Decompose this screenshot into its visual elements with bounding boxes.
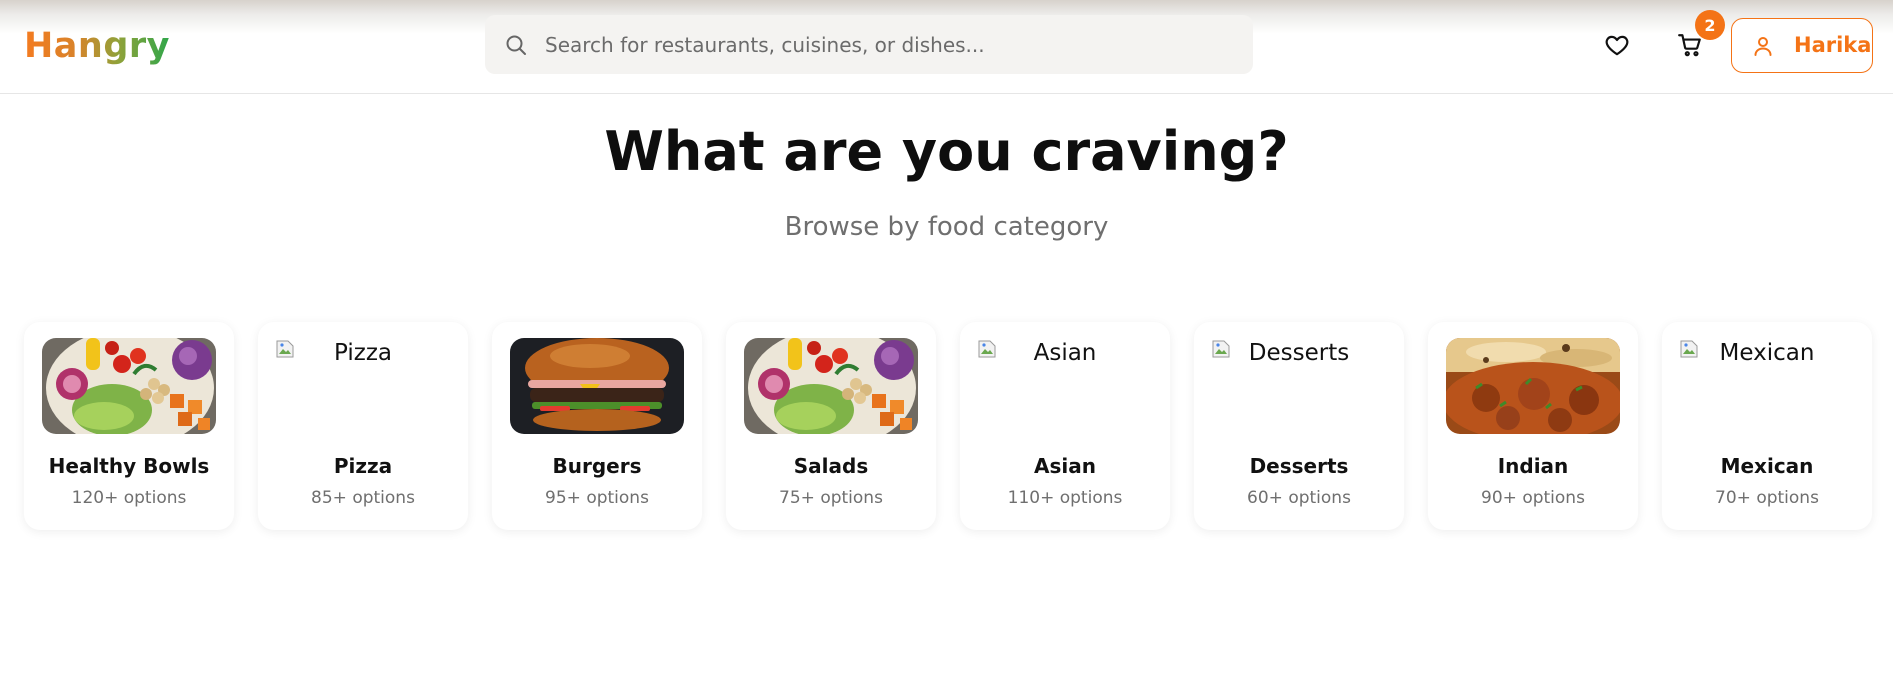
category-image-mexican: Mexican [1680,338,1854,434]
category-card-indian[interactable]: Indian 90+ options [1428,322,1638,530]
top-nav: Hangry 2 Harika [0,0,1893,94]
category-list: Healthy Bowls 120+ options Pizza Pizza 8… [24,322,1874,530]
category-image-healthy-bowls [42,338,216,434]
category-name: Salads [793,454,869,478]
category-count: 75+ options [779,488,883,508]
category-card-burgers[interactable]: Burgers 95+ options [492,322,702,530]
category-count: 95+ options [545,488,649,508]
category-name: Asian [1034,454,1096,478]
logo[interactable]: Hangry [24,26,170,66]
user-name: Harika [1794,33,1872,57]
category-card-healthy-bowls[interactable]: Healthy Bowls 120+ options [24,322,234,530]
user-account-button[interactable]: Harika [1731,18,1873,73]
category-name: Mexican [1720,454,1814,478]
image-alt-text: Pizza [334,340,392,366]
image-alt-text: Desserts [1248,340,1350,366]
heart-icon [1605,35,1629,56]
category-count: 110+ options [1007,488,1123,508]
favorites-button[interactable] [1602,30,1632,60]
category-image-pizza: Pizza [276,338,450,434]
category-name: Indian [1497,454,1569,478]
image-alt-text: Asian [1033,340,1097,366]
page-title: What are you craving? [604,120,1289,183]
category-count: 90+ options [1481,488,1585,508]
category-name: Desserts [1249,454,1349,478]
category-count: 70+ options [1715,488,1819,508]
category-name: Healthy Bowls [48,454,210,478]
category-name: Pizza [333,454,393,478]
category-image-salads [744,338,918,434]
category-card-salads[interactable]: Salads 75+ options [726,322,936,530]
image-alt-text: Mexican [1719,340,1815,366]
category-card-mexican[interactable]: Mexican Mexican 70+ options [1662,322,1872,530]
search-input[interactable] [545,15,1235,74]
cart-count-badge: 2 [1695,10,1725,40]
page-subtitle: Browse by food category [784,212,1109,242]
search-icon [506,35,526,55]
category-count: 85+ options [311,488,415,508]
category-card-asian[interactable]: Asian Asian 110+ options [960,322,1170,530]
category-card-pizza[interactable]: Pizza Pizza 85+ options [258,322,468,530]
category-card-desserts[interactable]: Desserts Desserts 60+ options [1194,322,1404,530]
category-image-indian [1446,338,1620,434]
user-icon [1754,37,1772,56]
category-image-desserts: Desserts [1212,338,1386,434]
category-image-burgers [510,338,684,434]
search-bar[interactable] [485,15,1253,74]
category-count: 120+ options [71,488,187,508]
category-image-asian: Asian [978,338,1152,434]
category-count: 60+ options [1247,488,1351,508]
category-name: Burgers [552,454,642,478]
